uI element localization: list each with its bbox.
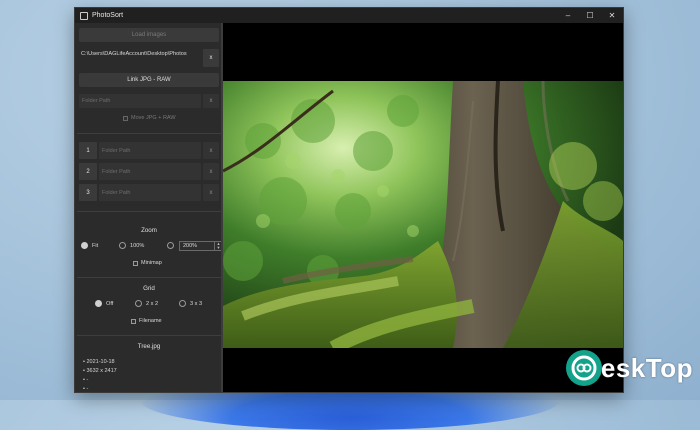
watermark-text: eskTop (600, 352, 693, 383)
slot-1-folder-field[interactable]: Folder Path (99, 142, 201, 159)
grid-2x2-radio[interactable]: 2 x 2 (135, 300, 158, 307)
divider (77, 211, 221, 212)
slot-1-clear-button[interactable]: x (203, 142, 219, 159)
file-info-line-4: • - (83, 386, 89, 392)
move-jpg-raw-label: Move JPG + RAW (131, 115, 176, 121)
grid-off-label: Off (106, 300, 114, 307)
zoom-spinner-icon[interactable]: ▲ ▼ (214, 242, 221, 250)
grid-3x3-radio[interactable]: 3 x 3 (179, 300, 202, 307)
grid-3x3-label: 3 x 3 (190, 300, 203, 307)
grid-2x2-label: 2 x 2 (146, 300, 159, 307)
slot-2-folder-field[interactable]: Folder Path (99, 163, 201, 180)
sidebar: Load images C:\Users\DAGLifeAccount\Desk… (75, 23, 223, 392)
radio-dot (119, 242, 126, 249)
file-name: Tree.jpg (137, 343, 161, 350)
checkbox-box (133, 260, 138, 266)
photosort-window: PhotoSort – ☐ ✕ Load images C:\Users\DAG… (74, 7, 624, 393)
divider (77, 133, 221, 134)
zoom-custom-radio[interactable] (167, 242, 178, 249)
radio-dot (167, 242, 174, 249)
window-title: PhotoSort (92, 12, 124, 19)
move-jpg-raw-checkbox[interactable]: Move JPG + RAW (123, 115, 176, 121)
tree-trunk-with-moss-photo (223, 81, 623, 348)
zoom-100-radio[interactable]: 100% (119, 242, 144, 249)
filename-label: Filename (139, 318, 162, 324)
close-button[interactable]: ✕ (601, 8, 623, 23)
slot-2-button[interactable]: 2 (79, 163, 97, 180)
divider (77, 335, 221, 336)
grid-section-title: Grid (143, 285, 155, 292)
slot-1-button[interactable]: 1 (79, 142, 97, 159)
slot-3-folder-field[interactable]: Folder Path (99, 184, 201, 201)
zoom-fit-label: Fit (92, 242, 99, 249)
app-icon (80, 11, 88, 20)
minimap-label: Minimap (141, 260, 162, 266)
radio-dot (81, 242, 88, 249)
minimap-checkbox[interactable]: Minimap (133, 260, 162, 266)
radio-dot (135, 300, 142, 307)
slot-3-button[interactable]: 3 (79, 184, 97, 201)
radio-dot (95, 300, 102, 307)
zoom-fit-radio[interactable]: Fit (81, 242, 98, 249)
file-date: • 2021-10-18 (83, 359, 115, 365)
load-images-button[interactable]: Load images (79, 28, 219, 42)
maximize-button[interactable]: ☐ (579, 8, 601, 23)
checkbox-box (123, 115, 128, 121)
zoom-custom-input[interactable]: 200% ▲ ▼ (179, 241, 221, 251)
file-info-line-3: • - (83, 377, 89, 383)
slot-2-clear-button[interactable]: x (203, 163, 219, 180)
checkbox-box (131, 318, 136, 324)
slot-3-clear-button[interactable]: x (203, 184, 219, 201)
zoom-section-title: Zoom (141, 227, 157, 234)
link-jpg-raw-button[interactable]: Link JPG - RAW (79, 73, 219, 87)
watermark-logo-icon (565, 350, 602, 386)
filename-checkbox[interactable]: Filename (131, 318, 162, 324)
grid-off-radio[interactable]: Off (95, 300, 113, 307)
image-viewer[interactable] (223, 23, 623, 392)
file-dimensions: • 3632 x 2417 (83, 368, 117, 374)
minimize-button[interactable]: – (557, 8, 579, 23)
title-bar[interactable]: PhotoSort – ☐ ✕ (75, 8, 623, 23)
zoom-100-label: 100% (130, 242, 145, 249)
divider (77, 277, 221, 278)
desktop-watermark: eskTop (565, 350, 693, 386)
window-controls: – ☐ ✕ (557, 8, 623, 23)
clear-path-button[interactable]: x (203, 49, 219, 67)
link-folder-field[interactable]: Folder Path (79, 94, 201, 108)
current-folder-path: C:\Users\DAGLifeAccount\Desktop\Photos (81, 51, 187, 57)
zoom-custom-value: 200% (183, 243, 198, 249)
link-folder-clear-button[interactable]: x (203, 94, 219, 108)
radio-dot (179, 300, 186, 307)
